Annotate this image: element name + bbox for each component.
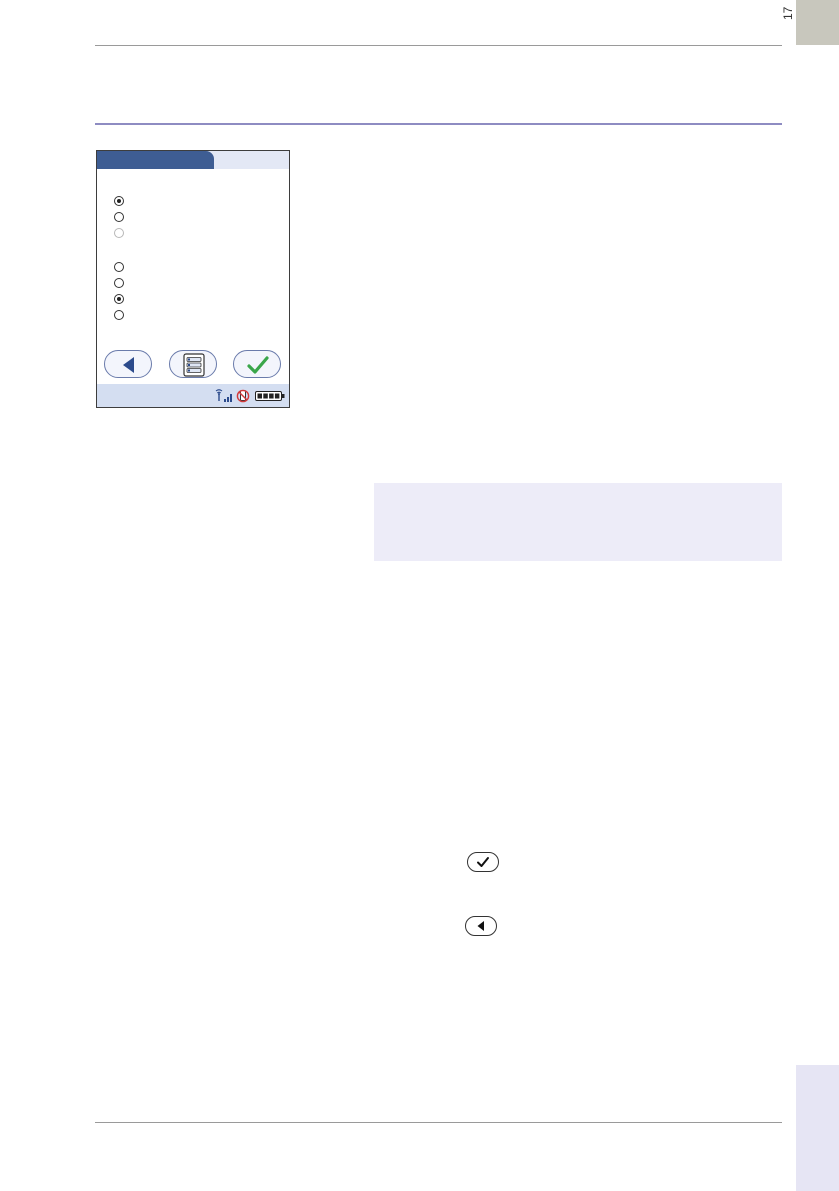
radio-option-1[interactable] bbox=[114, 196, 124, 206]
radio-option-6[interactable] bbox=[114, 294, 124, 304]
radio-option-5[interactable] bbox=[114, 278, 124, 288]
back-key-icon bbox=[465, 916, 497, 936]
back-button[interactable] bbox=[104, 350, 152, 378]
checkmark-icon bbox=[247, 356, 269, 374]
radio-option-4[interactable] bbox=[114, 262, 124, 272]
checkmark-key-icon bbox=[467, 852, 499, 872]
status-bar bbox=[97, 384, 289, 407]
tab-active[interactable] bbox=[97, 151, 214, 169]
chapter-tab-bottom bbox=[796, 1065, 839, 1191]
header-rule bbox=[95, 45, 782, 46]
radio-option-3-disabled bbox=[114, 228, 124, 238]
radio-option-2[interactable] bbox=[114, 212, 124, 222]
device-screen bbox=[96, 150, 290, 408]
note-box bbox=[374, 483, 782, 561]
footer-rule bbox=[95, 1122, 782, 1123]
page-number: 17 bbox=[781, 6, 795, 20]
confirm-button[interactable] bbox=[233, 350, 281, 378]
signal-bars-icon bbox=[224, 394, 232, 402]
menu-button[interactable] bbox=[169, 350, 217, 378]
menu-list-icon bbox=[183, 353, 205, 377]
radio-option-7[interactable] bbox=[114, 310, 124, 320]
battery-icon bbox=[255, 391, 285, 401]
no-mobile-phone-icon bbox=[236, 389, 250, 403]
back-triangle-icon bbox=[123, 357, 134, 373]
chapter-tab-top bbox=[796, 0, 839, 45]
section-rule bbox=[95, 123, 782, 125]
